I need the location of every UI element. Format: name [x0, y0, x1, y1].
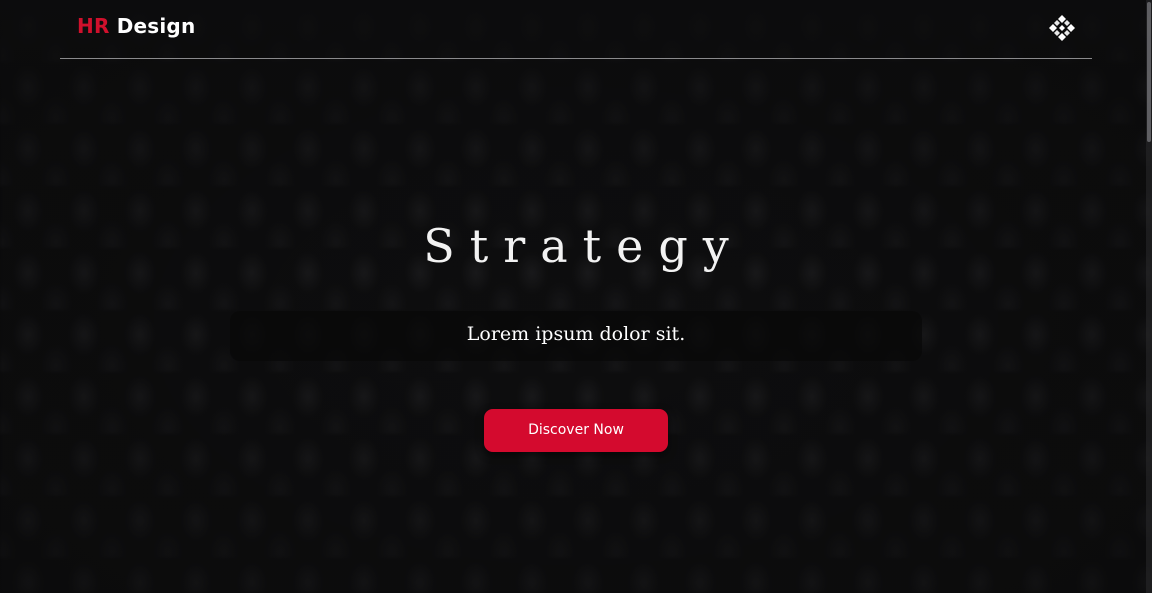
page-scrollbar[interactable]: [1146, 0, 1152, 593]
subtitle-banner: Lorem ipsum dolor sit.: [230, 311, 922, 361]
logo-accent: HR: [77, 14, 110, 38]
logo-text: Design: [109, 14, 196, 38]
diamond-grid-icon[interactable]: [1048, 14, 1076, 42]
hero-subtitle: Lorem ipsum dolor sit.: [466, 323, 686, 345]
scrollbar-thumb[interactable]: [1147, 2, 1151, 142]
site-header: HR Design: [60, 0, 1092, 59]
page: HR Design Strategy Lorem ipsum dolor sit…: [0, 0, 1152, 593]
hero-title: Strategy: [423, 218, 744, 273]
background-shade: [0, 0, 1152, 593]
discover-now-button[interactable]: Discover Now: [484, 409, 668, 452]
site-logo[interactable]: HR Design: [77, 14, 195, 38]
